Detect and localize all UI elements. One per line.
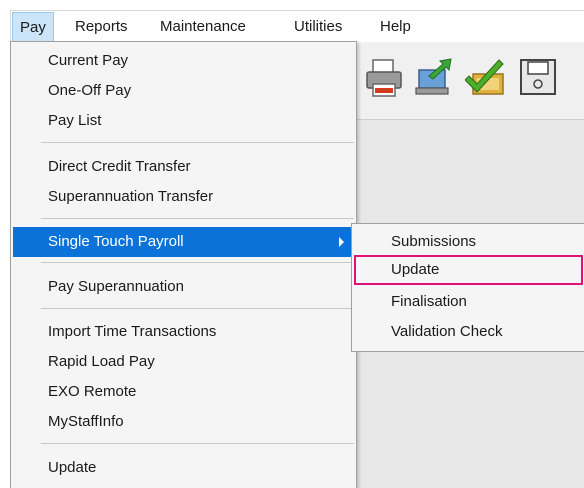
- menu-item-label: Single Touch Payroll: [48, 233, 184, 250]
- save-icon[interactable]: [517, 54, 559, 100]
- stp-submenu: Submissions Update Finalisation Validati…: [351, 223, 584, 352]
- submenu-item-update[interactable]: Update: [354, 255, 583, 285]
- menu-separator: [41, 218, 354, 219]
- menu-separator: [41, 262, 354, 263]
- submenu-arrow-icon: [339, 237, 344, 247]
- menu-item-update[interactable]: Update: [13, 453, 354, 483]
- menu-maintenance[interactable]: Maintenance: [153, 11, 253, 42]
- menu-separator: [41, 142, 354, 143]
- menu-separator: [41, 308, 354, 309]
- printer-icon[interactable]: [363, 54, 405, 100]
- approve-icon[interactable]: [465, 54, 507, 100]
- menu-item-direct-credit-transfer[interactable]: Direct Credit Transfer: [13, 152, 354, 182]
- menu-item-superannuation-transfer[interactable]: Superannuation Transfer: [13, 182, 354, 212]
- menu-item-pay-superannuation[interactable]: Pay Superannuation: [13, 272, 354, 302]
- menu-item-mystaffinfo[interactable]: MyStaffInfo: [13, 407, 354, 437]
- submenu-item-finalisation[interactable]: Finalisation: [354, 287, 583, 317]
- menu-item-pay-list[interactable]: Pay List: [13, 106, 354, 136]
- menu-item-current-pay[interactable]: Current Pay: [13, 46, 354, 76]
- menu-item-single-touch-payroll[interactable]: Single Touch Payroll: [13, 227, 354, 257]
- pay-menu: Current Pay One-Off Pay Pay List Direct …: [10, 41, 357, 488]
- menu-pay[interactable]: Pay: [12, 12, 54, 43]
- toolbar: [355, 42, 584, 120]
- menu-bar: Pay Reports Maintenance Utilities Help: [10, 10, 584, 43]
- menu-item-exo-remote[interactable]: EXO Remote: [13, 377, 354, 407]
- menu-item-import-time-transactions[interactable]: Import Time Transactions: [13, 317, 354, 347]
- submenu-item-validation-check[interactable]: Validation Check: [354, 317, 583, 347]
- submenu-item-submissions[interactable]: Submissions: [354, 227, 583, 257]
- menu-separator: [41, 443, 354, 444]
- menu-help[interactable]: Help: [373, 11, 418, 42]
- menu-item-one-off-pay[interactable]: One-Off Pay: [13, 76, 354, 106]
- menu-reports[interactable]: Reports: [68, 11, 135, 42]
- export-icon[interactable]: [413, 54, 455, 100]
- menu-item-rapid-load-pay[interactable]: Rapid Load Pay: [13, 347, 354, 377]
- menu-utilities[interactable]: Utilities: [287, 11, 349, 42]
